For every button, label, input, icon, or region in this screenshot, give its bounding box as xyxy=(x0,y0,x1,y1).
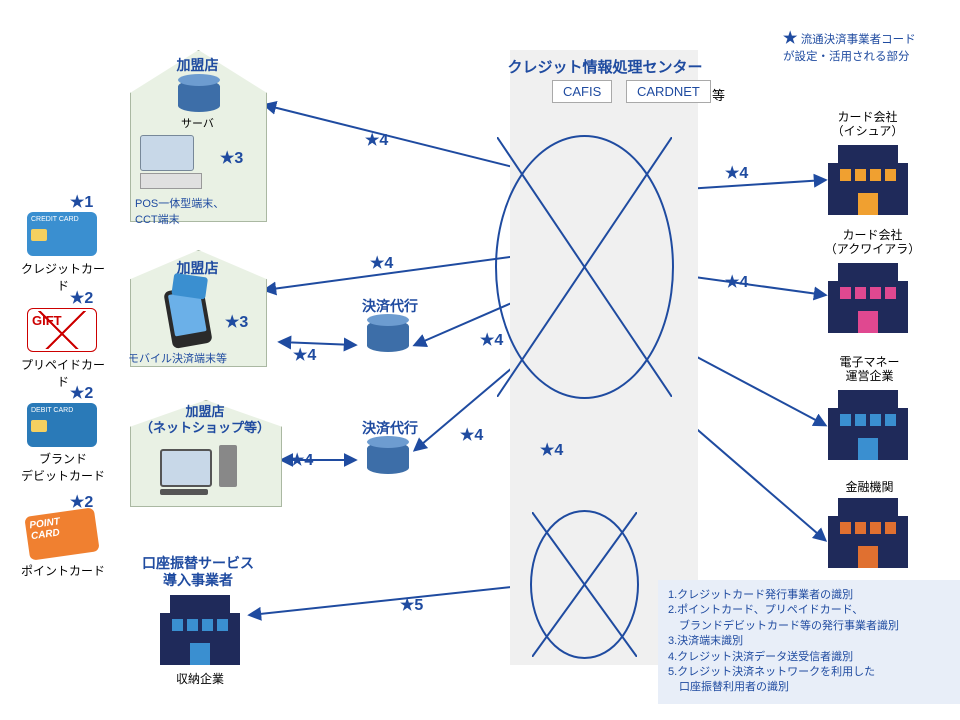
foot-5: 5.クレジット決済ネットワークを利用した xyxy=(668,665,958,680)
credit-card-icon: CREDIT CARD xyxy=(27,212,97,256)
hub-upper xyxy=(495,135,674,399)
merchant-3-title: 加盟店（ネットショップ等） xyxy=(130,404,280,435)
footnote-box: 1.クレジットカード発行事業者の識別 2.ポイントカード、プリペイドカード、 ブ… xyxy=(658,580,960,704)
legend-star-text: 流通決済事業者コードが設定・活用される部分 xyxy=(783,34,916,63)
s4-m3agent: ★4 xyxy=(290,450,313,470)
center-title: クレジット情報処理センター xyxy=(500,56,710,77)
s4-m2: ★4 xyxy=(370,253,393,273)
acquirer-building-icon xyxy=(828,263,908,333)
foot-1: 1.クレジットカード発行事業者の識別 xyxy=(668,588,958,603)
pos-terminal-icon xyxy=(140,135,200,190)
issuer-building-icon xyxy=(828,145,908,215)
center-box-cardnet: CARDNET xyxy=(626,80,711,103)
transfer-building-icon xyxy=(160,595,240,665)
bank-building-icon xyxy=(828,498,908,568)
merchant-1-title: 加盟店 xyxy=(130,55,265,75)
s4-m2agent: ★4 xyxy=(293,345,316,365)
star-2a: ★2 xyxy=(70,288,93,308)
merchant-2-sub: モバイル決済端末等 xyxy=(128,350,227,366)
emoney-label: 電子マネー運営企業 xyxy=(822,355,917,384)
credit-card-label: クレジットカード xyxy=(18,260,108,294)
transfer-title: 口座振替サービス導入事業者 xyxy=(128,555,268,589)
star-3b: ★3 xyxy=(225,312,248,332)
foot-4: 4.クレジット決済データ送受信者識別 xyxy=(668,650,958,665)
acquirer-label: カード会社（アクワイアラ） xyxy=(820,228,925,257)
foot-2: 2.ポイントカード、プリペイドカード、 xyxy=(668,603,958,618)
debit-card-label: ブランドデビットカード xyxy=(18,450,108,484)
mobile-terminal-icon xyxy=(163,285,212,349)
foot-2b: ブランドデビットカード等の発行事業者識別 xyxy=(668,619,958,634)
s4-issuer: ★4 xyxy=(725,163,748,183)
s4-acquirer: ★4 xyxy=(725,272,748,292)
point-card-label: ポイントカード xyxy=(18,562,108,579)
s5-transfer: ★5 xyxy=(400,595,423,615)
s4-agent2: ★4 xyxy=(460,425,483,445)
desktop-icon xyxy=(160,445,237,495)
hub-lower xyxy=(530,510,639,659)
merchant-1-sub: POS一体型端末、CCT端末 xyxy=(135,195,265,227)
issuer-label: カード会社（イシュア） xyxy=(820,110,915,139)
prepaid-card-label: プリペイドカード xyxy=(18,356,108,390)
agent-1-title: 決済代行 xyxy=(345,296,435,316)
agent-1-db-icon xyxy=(367,320,409,352)
star-3a: ★3 xyxy=(220,148,243,168)
foot-3: 3.決済端末識別 xyxy=(668,634,958,649)
server-icon xyxy=(178,80,220,112)
s4-hubhub: ★4 xyxy=(540,440,563,460)
server-label: サーバ xyxy=(130,115,265,131)
emoney-building-icon xyxy=(828,390,908,460)
center-box-cafis: CAFIS xyxy=(552,80,612,103)
merchant-2-title: 加盟店 xyxy=(130,258,265,278)
s4-agent1: ★4 xyxy=(480,330,503,350)
prepaid-card-icon: GIFT xyxy=(27,308,97,352)
foot-5b: 口座振替利用者の識別 xyxy=(668,680,958,695)
star-2b: ★2 xyxy=(70,383,93,403)
debit-card-icon: DEBIT CARD xyxy=(27,403,97,447)
s4-m1: ★4 xyxy=(365,130,388,150)
star-1: ★1 xyxy=(70,192,93,212)
bank-label: 金融機関 xyxy=(822,478,917,495)
agent-2-title: 決済代行 xyxy=(345,418,435,438)
center-etc: 等 xyxy=(712,85,725,104)
agent-2-db-icon xyxy=(367,442,409,474)
transfer-sub: 収納企業 xyxy=(155,670,245,687)
legend-star: ★ 流通決済事業者コードが設定・活用される部分 xyxy=(783,28,916,64)
